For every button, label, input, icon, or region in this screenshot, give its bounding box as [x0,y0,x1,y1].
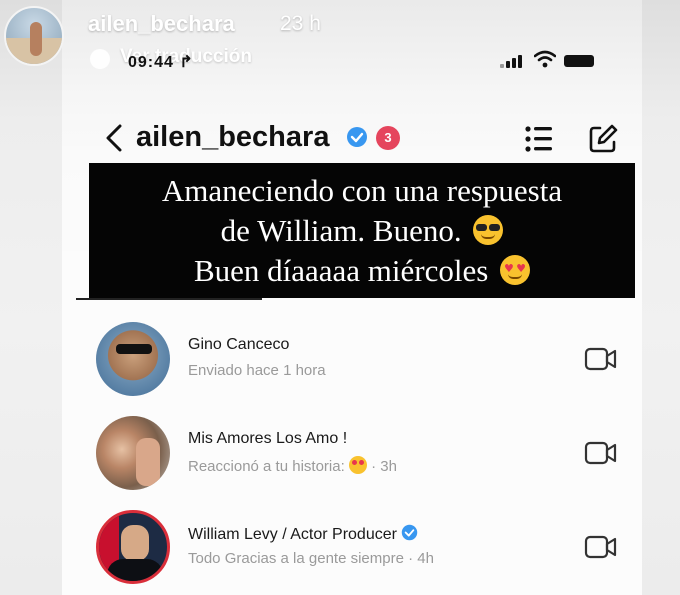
chat-name: Gino Canceco [188,336,290,353]
chat-row-mis-amores[interactable]: Mis Amores Los Amo ! Reaccionó a tu hist… [96,416,636,496]
tab-underline [76,298,262,300]
video-camera-icon[interactable] [584,346,618,372]
verified-icon [347,127,367,147]
wifi-icon [534,50,556,68]
chat-status: Todo Gracias a la gente siempre · 4h [188,550,434,567]
translate-icon [90,49,110,69]
battery-icon [564,55,594,67]
edit-icon[interactable] [588,124,618,154]
caption-line-3: Buen díaaaaa miércoles [193,253,489,288]
avatar[interactable] [96,416,170,490]
caption-line-1: Amaneciendo con una respuesta [161,173,563,208]
verified-icon [401,524,418,541]
notification-badge: 3 [376,126,400,150]
chat-status-wrap: Reaccionó a tu historia: · 3h [188,456,397,475]
dm-header: ailen_bechara 3 [100,118,630,158]
heart-eyes-emoji-icon: ♥ ♥ [500,255,531,285]
heart-eyes-emoji-icon [348,456,367,474]
sunglasses-emoji-icon [473,215,504,245]
avatar[interactable] [96,510,170,584]
chat-name-wrap: William Levy / Actor Producer [188,524,418,544]
story-username[interactable]: ailen_bechara [88,11,235,37]
signal-icon [500,54,526,68]
caption-line-2-wrap: de William. Bueno. [89,211,635,251]
story-avatar[interactable] [4,6,64,66]
status-bar-time: 09:44 ↱ [128,54,194,71]
status-bar-icons [500,50,600,70]
chat-row-william[interactable]: William Levy / Actor Producer Todo Graci… [96,510,636,590]
story-caption: Amaneciendo con una respuesta de William… [89,163,635,298]
avatar[interactable] [96,322,170,396]
video-camera-icon[interactable] [584,440,618,466]
dm-title[interactable]: ailen_bechara [136,121,329,154]
chat-row-gino[interactable]: Gino Canceco Enviado hace 1 hora [96,322,636,402]
story-time: 23 h [280,12,321,35]
caption-line-3-wrap: Buen díaaaaa miércoles ♥ ♥ [89,251,635,291]
chat-name: Mis Amores Los Amo ! [188,430,348,447]
caption-line-2: de William. Bueno. [220,213,462,248]
back-chevron-icon[interactable] [102,122,128,154]
chat-status-time: · 3h [366,458,397,475]
video-camera-icon[interactable] [584,534,618,560]
chat-name: William Levy / Actor Producer [188,526,397,543]
chat-status: Reaccionó a tu historia: [188,458,345,475]
chat-status: Enviado hace 1 hora [188,362,326,379]
list-icon[interactable] [524,124,554,154]
